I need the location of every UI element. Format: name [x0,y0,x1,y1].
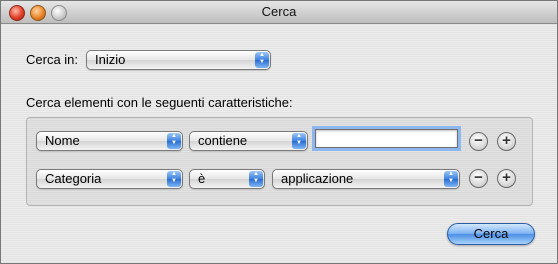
operator-value-2: è [198,171,206,186]
attribute-value-2: Categoria [45,171,102,186]
search-in-value: Inizio [95,52,126,67]
chevron-updown-icon: ▲ ▼ [255,52,269,68]
search-in-label: Cerca in: [26,52,79,67]
window-title: Cerca [261,4,297,19]
chevron-updown-icon: ▲ ▼ [292,133,306,149]
attribute-popup-1[interactable]: Nome ▲ ▼ [36,131,183,151]
remove-criterion-button-1[interactable]: − [469,132,488,151]
value-popup-value-2: applicazione [281,171,354,186]
operator-value-1: contiene [198,133,248,148]
operator-popup-1[interactable]: contiene ▲ ▼ [189,131,308,151]
chevron-updown-icon: ▲ ▼ [444,171,458,187]
attribute-popup-2[interactable]: Categoria ▲ ▼ [36,169,183,189]
search-in-popup[interactable]: Inizio ▲ ▼ [86,50,271,70]
value-popup-2[interactable]: applicazione ▲ ▼ [272,169,460,189]
add-criterion-button-1[interactable]: + [497,132,516,151]
search-button[interactable]: Cerca [447,223,535,245]
chevron-updown-icon: ▲ ▼ [167,133,181,149]
add-criterion-button-2[interactable]: + [497,169,516,188]
chevron-updown-icon: ▲ ▼ [249,171,263,187]
chevron-updown-icon: ▲ ▼ [167,171,181,187]
operator-popup-2[interactable]: è ▲ ▼ [189,169,265,189]
criteria-value-field-1[interactable] [315,129,458,148]
search-window: Cerca Cerca in: Inizio ▲ ▼ Cerca elementi… [0,0,558,264]
attribute-value-1: Nome [45,133,80,148]
remove-criterion-button-2[interactable]: − [469,169,488,188]
title-bar: Cerca [1,1,557,24]
criteria-heading: Cerca elementi con le seguenti caratteri… [26,95,293,110]
